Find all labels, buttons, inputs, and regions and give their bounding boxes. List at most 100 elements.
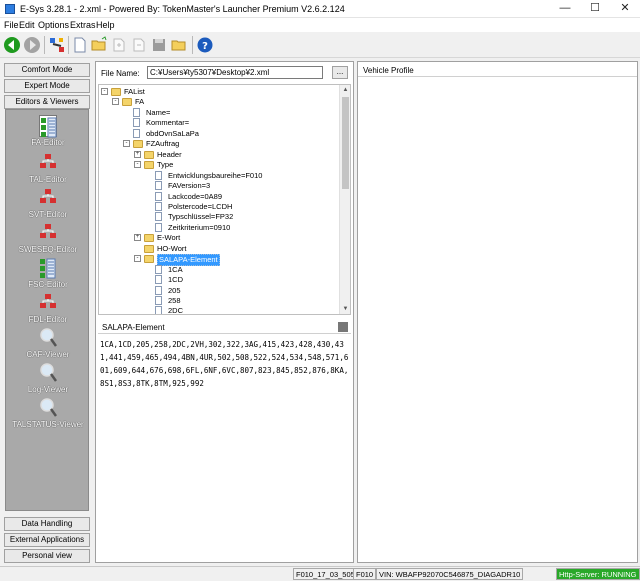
- log-viewer-tool[interactable]: Log-Viewer: [6, 361, 90, 396]
- document-icon: [155, 296, 162, 305]
- menu-file[interactable]: File: [4, 20, 19, 30]
- expand-icon[interactable]: +: [134, 150, 141, 158]
- tree-node-label: Entwicklungsbaureihe=F010: [168, 170, 263, 180]
- fsc-editor-label: FSC-Editor: [28, 280, 68, 289]
- fa-editor-tool[interactable]: FA-Editor: [6, 114, 90, 149]
- tree-scrollbar[interactable]: ▲ ▼: [339, 85, 350, 314]
- tree-node-label: E-Wort: [157, 233, 181, 243]
- element-header: SALAPA-Element: [98, 320, 351, 334]
- tree-node-label: 2DC: [168, 306, 184, 315]
- editors-viewers-button[interactable]: Editors & Viewers: [4, 95, 90, 109]
- menu-help[interactable]: Help: [96, 20, 115, 30]
- collapse-icon[interactable]: -: [134, 255, 141, 263]
- save-icon[interactable]: [150, 36, 168, 54]
- fa-editor-label: FA-Editor: [31, 138, 65, 147]
- fdl-editor-tool[interactable]: FDL-Editor: [6, 291, 90, 326]
- magnifier-icon: [39, 397, 58, 419]
- fa-editor-icon: [39, 115, 57, 138]
- svg-text:?: ?: [202, 41, 208, 52]
- status-project: F010_17_03_505: [293, 568, 358, 580]
- status-server: Http-Server: RUNNING: [556, 568, 640, 580]
- document-icon: [155, 264, 162, 274]
- data-handling-button[interactable]: Data Handling: [4, 517, 90, 531]
- tree-node-label: Typschlüssel=FP32: [168, 212, 234, 222]
- tree-node-label: FAVersion=3: [168, 181, 211, 191]
- tal-editor-icon: [39, 152, 57, 174]
- fsc-editor-tool[interactable]: FSC-Editor: [6, 256, 90, 291]
- vehicle-profile-panel: Vehicle Profile: [357, 61, 638, 563]
- minimize-button[interactable]: —: [550, 0, 580, 18]
- scrollbar-thumb[interactable]: [342, 97, 349, 189]
- tal-editor-tool[interactable]: TAL-Editor: [6, 151, 90, 186]
- folder-icon: [133, 140, 143, 149]
- menu-extras[interactable]: Extras: [70, 20, 96, 30]
- add-node-icon[interactable]: [110, 36, 128, 54]
- tree-node-label: 1CA: [168, 264, 183, 274]
- tree-node-label: obdOvnSaLaPa: [146, 128, 199, 138]
- document-icon: [133, 107, 140, 117]
- tree-node-label: Type: [157, 160, 174, 170]
- element-title: SALAPA-Element: [102, 323, 165, 332]
- folder-icon: [144, 244, 154, 253]
- close-button[interactable]: ✕: [610, 0, 640, 18]
- app-icon: [5, 4, 15, 14]
- new-file-icon[interactable]: [71, 36, 89, 54]
- menu-options[interactable]: Options: [38, 20, 69, 30]
- log-viewer-label: Log-Viewer: [27, 385, 69, 394]
- file-name-input[interactable]: C:¥Users¥ty5307¥Desktop¥2.xml: [147, 66, 323, 79]
- svt-editor-tool[interactable]: SVT-Editor: [6, 186, 90, 221]
- document-icon: [155, 212, 162, 222]
- status-bar: F010_17_03_505 F010 VIN: WBAFP92070C5468…: [0, 566, 640, 580]
- document-icon: [155, 191, 162, 201]
- title-bar: E-Sys 3.28.1 - 2.xml - Powered By: Token…: [0, 0, 640, 18]
- element-value-text[interactable]: 1CA,1CD,205,258,2DC,2VH,302,322,3AG,415,…: [100, 338, 350, 390]
- caf-viewer-tool[interactable]: CAF-Viewer: [6, 326, 90, 361]
- collapse-icon[interactable]: -: [101, 88, 108, 95]
- fdl-editor-label: FDL-Editor: [28, 315, 68, 324]
- folder-icon: [111, 88, 121, 96]
- caf-viewer-label: CAF-Viewer: [26, 350, 70, 359]
- sweseq-editor-tool[interactable]: SWESEQ-Editor: [6, 221, 90, 256]
- browse-button[interactable]: ...: [332, 66, 348, 79]
- collapse-icon[interactable]: -: [123, 140, 130, 148]
- collapse-icon[interactable]: -: [112, 98, 119, 106]
- folder-icon: [144, 234, 154, 243]
- open-icon[interactable]: [170, 36, 188, 54]
- document-icon: [155, 181, 162, 191]
- expert-mode-button[interactable]: Expert Mode: [4, 79, 90, 93]
- talstatus-viewer-label: TALSTATUS-Viewer: [12, 420, 84, 429]
- scroll-down-arrow-icon[interactable]: ▼: [340, 304, 350, 314]
- remove-node-icon[interactable]: [130, 36, 148, 54]
- expand-icon[interactable]: +: [134, 234, 141, 242]
- connect-icon[interactable]: [48, 36, 66, 54]
- folder-icon: [144, 161, 154, 170]
- comfort-mode-button[interactable]: Comfort Mode: [4, 63, 90, 77]
- document-icon: [133, 118, 140, 128]
- toolbar-separator: [44, 36, 45, 54]
- collapse-icon[interactable]: -: [134, 161, 141, 169]
- document-icon: [155, 222, 162, 232]
- tool-list: FA-Editor TAL-Editor SVT-Editor SWESEQ-E…: [5, 109, 89, 511]
- tree-node-label: Header: [157, 149, 182, 159]
- left-panel: Comfort Mode Expert Mode Editors & Viewe…: [2, 61, 92, 563]
- toolbar-separator: [68, 36, 69, 54]
- document-icon: [155, 275, 162, 285]
- window-title: E-Sys 3.28.1 - 2.xml - Powered By: Token…: [20, 4, 345, 14]
- tree-node-label: SALAPA-Element: [157, 254, 220, 267]
- talstatus-viewer-tool[interactable]: TALSTATUS-Viewer: [6, 396, 90, 431]
- forward-icon[interactable]: [23, 36, 41, 54]
- external-applications-button[interactable]: External Applications: [4, 533, 90, 547]
- document-icon: [155, 306, 162, 314]
- document-icon: [155, 170, 162, 180]
- back-icon[interactable]: [3, 36, 21, 54]
- personal-view-button[interactable]: Personal view: [4, 549, 90, 563]
- maximize-button[interactable]: ☐: [580, 0, 610, 18]
- svt-editor-icon: [39, 187, 57, 209]
- pin-icon[interactable]: [338, 322, 348, 332]
- open-folder-icon[interactable]: [90, 36, 108, 54]
- menu-edit[interactable]: Edit: [19, 20, 35, 30]
- help-icon[interactable]: ?: [196, 36, 214, 54]
- scroll-up-arrow-icon[interactable]: ▲: [340, 85, 350, 95]
- tree-node-label: FA: [135, 97, 145, 107]
- document-icon: [155, 285, 162, 295]
